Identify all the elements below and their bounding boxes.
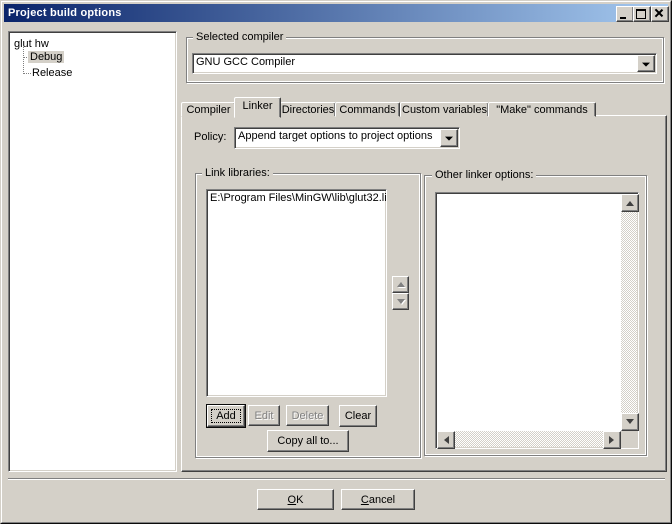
tree-viewport: glut hw Debug Release <box>11 34 174 469</box>
minimize-icon <box>620 17 626 19</box>
arrow-right-icon <box>609 436 614 444</box>
edit-button-label: Edit <box>254 409 274 422</box>
move-up-button[interactable] <box>392 276 409 293</box>
scroll-right-button[interactable] <box>603 431 621 449</box>
build-targets-tree: glut hw Debug Release <box>8 31 177 472</box>
close-button[interactable] <box>651 6 669 22</box>
other-linker-options-textarea[interactable] <box>435 192 639 449</box>
policy-select[interactable]: Append target options to project options <box>234 127 460 149</box>
tree-item-debug[interactable]: Debug <box>28 50 65 64</box>
footer-separator <box>8 478 665 480</box>
move-down-button[interactable] <box>392 293 409 310</box>
maximize-icon <box>636 9 646 19</box>
compiler-select-value: GNU GCC Compiler <box>196 56 296 68</box>
edit-button[interactable]: Edit <box>248 405 280 426</box>
other-linker-options-label: Other linker options: <box>432 169 537 181</box>
arrow-left-icon <box>444 436 449 444</box>
clear-button[interactable]: Clear <box>339 405 377 427</box>
vertical-scrollbar[interactable] <box>621 194 639 431</box>
link-libraries-group: Link libraries: E:\Program Files\MinGW\l… <box>195 167 421 458</box>
scroll-down-button[interactable] <box>621 413 639 431</box>
arrow-down-icon <box>396 299 405 304</box>
delete-button[interactable]: Delete <box>286 405 329 426</box>
arrow-down-icon <box>626 419 634 424</box>
tree-item-debug-label: Debug <box>28 51 65 63</box>
horizontal-scrollbar[interactable] <box>437 431 621 449</box>
titlebar: Project build options <box>4 4 668 22</box>
add-button-label: Add <box>216 410 236 422</box>
scroll-left-button[interactable] <box>437 431 455 449</box>
tree-item-release-label: Release <box>32 67 73 79</box>
maximize-button[interactable] <box>633 6 651 22</box>
selected-compiler-group: Selected compiler GNU GCC Compiler <box>186 31 664 83</box>
cancel-button-label: Cancel <box>360 493 396 506</box>
linker-tab-panel: Policy: Append target options to project… <box>181 115 667 472</box>
ok-button[interactable]: OK <box>257 489 334 510</box>
tab-directories[interactable]: Directories <box>280 102 336 117</box>
textarea-content[interactable] <box>437 194 639 449</box>
add-button[interactable]: Add <box>207 405 245 427</box>
scrollbar-corner <box>621 431 637 447</box>
tree-branch-line <box>23 73 31 74</box>
chevron-down-icon <box>445 136 453 141</box>
arrow-up-icon <box>626 201 634 206</box>
ok-button-label: OK <box>287 493 304 506</box>
minimize-button[interactable] <box>616 6 634 22</box>
cancel-button[interactable]: Cancel <box>341 489 415 510</box>
tab-compiler[interactable]: Compiler <box>181 102 236 117</box>
chevron-down-icon <box>642 62 650 67</box>
list-item[interactable]: E:\Program Files\MinGW\lib\glut32.lib <box>210 192 386 204</box>
selected-compiler-label: Selected compiler <box>193 31 287 43</box>
copy-all-to-button[interactable]: Copy all to... <box>267 430 349 452</box>
link-libraries-list[interactable]: E:\Program Files\MinGW\lib\glut32.lib <box>206 189 387 397</box>
close-icon <box>654 8 663 17</box>
tab-commands[interactable]: Commands <box>335 102 400 117</box>
delete-button-label: Delete <box>291 409 324 422</box>
other-linker-options-group: Other linker options: <box>424 169 647 456</box>
tree-item-release[interactable]: Release <box>32 66 72 80</box>
arrow-up-icon <box>396 282 405 287</box>
tab-make-commands[interactable]: "Make" commands <box>488 102 596 117</box>
tree-item-project[interactable]: glut hw <box>14 38 49 50</box>
compiler-select-dropdown-button[interactable] <box>637 55 655 72</box>
copy-all-to-button-label: Copy all to... <box>277 435 339 447</box>
link-libraries-label: Link libraries: <box>202 167 273 179</box>
policy-select-dropdown-button[interactable] <box>440 129 458 147</box>
policy-label: Policy: <box>194 131 227 143</box>
tab-linker[interactable]: Linker <box>234 97 281 118</box>
compiler-select[interactable]: GNU GCC Compiler <box>192 53 657 74</box>
tab-custom-variables[interactable]: Custom variables <box>400 102 489 117</box>
clear-button-label: Clear <box>344 410 372 422</box>
tree-branch-line <box>23 47 24 74</box>
window-title: Project build options <box>8 7 122 19</box>
scroll-up-button[interactable] <box>621 194 639 212</box>
policy-select-value: Append target options to project options <box>238 130 433 142</box>
